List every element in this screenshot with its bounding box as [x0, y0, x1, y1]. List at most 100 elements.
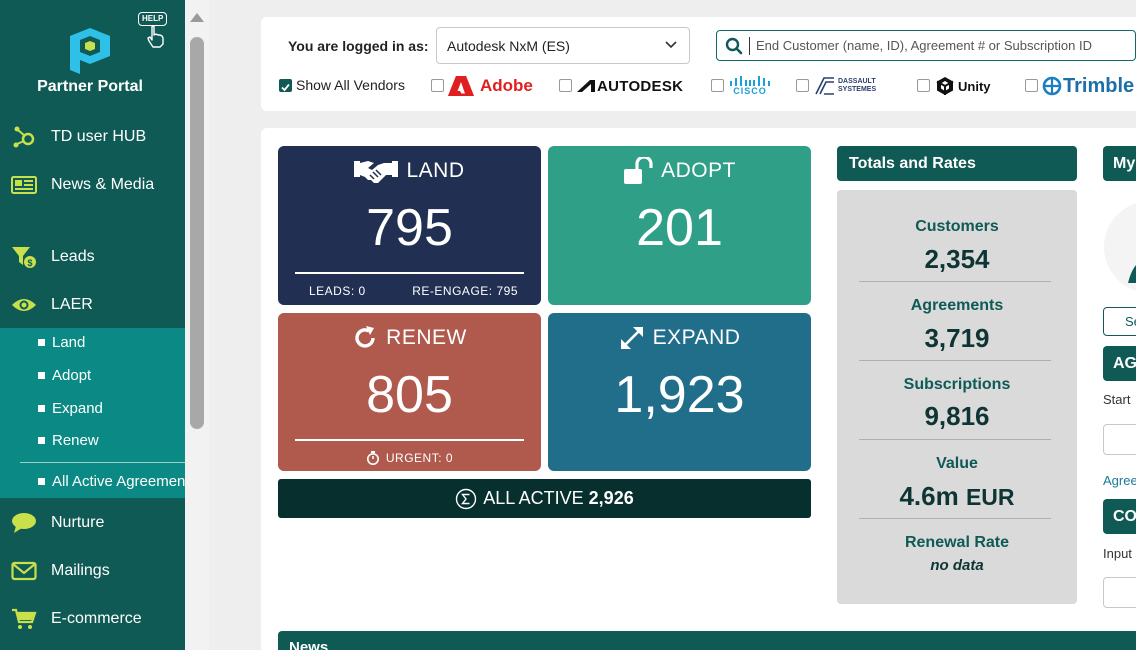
sidebar-scrollbar[interactable] — [185, 0, 209, 650]
submenu-item-renew[interactable]: Renew — [38, 432, 99, 449]
submenu-item-land[interactable]: Land — [38, 334, 85, 351]
dassault-logo-icon — [815, 77, 834, 95]
value-amount: 4.6m EUR — [837, 481, 1077, 512]
hub-icon — [11, 124, 37, 150]
vendor-logo-trimble[interactable]: Trimble — [1042, 75, 1134, 97]
bullet-icon — [38, 339, 45, 346]
text-caret — [749, 36, 750, 55]
search-input[interactable] — [756, 38, 1126, 53]
section-text-start: Start — [1103, 392, 1131, 407]
expand-arrows-icon — [620, 327, 643, 349]
handshake-icon — [354, 161, 399, 183]
expand-tile[interactable]: EXPAND 1,923 — [548, 313, 811, 471]
vendor-checkbox-unity[interactable] — [917, 79, 930, 92]
submenu-item-adopt[interactable]: Adopt — [38, 367, 91, 384]
scroll-up-arrow-icon[interactable] — [190, 13, 204, 22]
totals-box: Customers 2,354 Agreements 3,719 Subscri… — [837, 190, 1077, 604]
vendor-name: DASSAULT SYSTEMES — [838, 78, 877, 93]
show-all-vendors-checkbox[interactable] — [279, 79, 292, 92]
submenu-label: All Active Agreements — [52, 473, 185, 490]
sidebar-item-leads[interactable]: $ Leads — [0, 237, 185, 277]
vendor-logo-dassault[interactable]: DASSAULT SYSTEMES — [814, 75, 890, 97]
land-leads[interactable]: LEADS: 0 — [309, 284, 366, 298]
sidebar-item-label: News & Media — [51, 176, 155, 193]
profile-button[interactable]: Se — [1103, 307, 1136, 336]
unity-logo-icon — [936, 77, 954, 95]
vendor-name: Unity — [958, 78, 991, 94]
show-all-vendors-label: Show All Vendors — [296, 77, 405, 93]
sidebar-item-label: Leads — [51, 248, 95, 265]
search-box[interactable] — [716, 30, 1136, 61]
vendor-checkbox-autodesk[interactable] — [559, 79, 572, 92]
sidebar-item-td-user-hub[interactable]: TD user HUB — [0, 117, 185, 157]
bullet-icon — [38, 372, 45, 379]
land-title: LAND — [406, 159, 465, 182]
sidebar-item-news-media[interactable]: News & Media — [0, 165, 185, 205]
dashboard-panel: LAND 795 LEADS: 0 RE-ENGAGE: 795 ADOPT 2… — [261, 128, 1136, 650]
vendor-name: Trimble — [1063, 74, 1135, 97]
pointer-hand-icon[interactable] — [145, 24, 167, 48]
vendor-logo-autodesk[interactable]: AUTODESK — [577, 75, 683, 97]
vendor-checkbox-adobe[interactable] — [431, 79, 444, 92]
sidebar-item-nurture[interactable]: Nurture — [0, 503, 185, 543]
start-input[interactable] — [1103, 424, 1136, 455]
cart-icon — [11, 606, 37, 632]
refresh-icon — [355, 326, 375, 348]
land-tile[interactable]: LAND 795 LEADS: 0 RE-ENGAGE: 795 — [278, 146, 541, 305]
renew-urgent[interactable]: URGENT: 0 — [278, 451, 541, 465]
totals-divider — [859, 439, 1051, 440]
land-reengage[interactable]: RE-ENGAGE: 795 — [412, 284, 518, 298]
sidebar-item-mailings[interactable]: Mailings — [0, 551, 185, 591]
checkmark-icon — [281, 83, 290, 92]
adopt-title: ADOPT — [661, 159, 736, 182]
sidebar-item-label: Mailings — [51, 562, 110, 579]
totals-divider — [859, 281, 1051, 282]
account-select[interactable]: Autodesk NxM (ES) — [436, 27, 690, 64]
submenu-label: Renew — [52, 432, 99, 449]
logo-area: Partner Portal HELP — [0, 0, 185, 112]
submenu-item-all-active[interactable]: All Active Agreements — [38, 473, 185, 490]
renew-tile[interactable]: RENEW 805 URGENT: 0 — [278, 313, 541, 471]
input-field[interactable] — [1103, 577, 1136, 608]
sidebar-item-ecommerce[interactable]: E-commerce — [0, 599, 185, 639]
all-active-button[interactable]: ALL ACTIVE 2,926 — [278, 479, 811, 518]
avatar[interactable] — [1104, 201, 1136, 293]
customers-label: Customers — [915, 218, 999, 235]
value-label: Value — [936, 455, 978, 472]
section-header-ag: AG — [1103, 346, 1136, 381]
brand-name: Partner Portal — [37, 78, 143, 95]
vendor-checkbox-cisco[interactable] — [711, 79, 724, 92]
cisco-bars-icon — [730, 76, 770, 86]
unlock-icon — [624, 157, 653, 184]
vendor-logo-cisco[interactable]: CISCO — [729, 75, 771, 97]
bullet-icon — [38, 437, 45, 444]
urgent-value: 0 — [445, 451, 454, 465]
header-panel: You are logged in as: Autodesk NxM (ES) … — [261, 17, 1136, 111]
vendor-name: CISCO — [733, 86, 767, 96]
vendor-logo-adobe[interactable]: Adobe — [448, 75, 533, 97]
all-active-value: 2,926 — [588, 488, 634, 508]
vendor-name: Adobe — [480, 76, 533, 95]
newspaper-icon — [11, 172, 37, 198]
agreement-link[interactable]: Agree — [1103, 473, 1136, 488]
sidebar-item-laer[interactable]: LAER — [0, 285, 185, 325]
adopt-tile[interactable]: ADOPT 201 — [548, 146, 811, 305]
submenu-item-expand[interactable]: Expand — [38, 400, 103, 417]
agreements-value: 3,719 — [924, 323, 990, 353]
user-avatar-icon — [1128, 265, 1136, 283]
submenu-label: Land — [52, 334, 86, 351]
totals-divider — [859, 360, 1051, 361]
vendor-logo-unity[interactable]: Unity — [935, 75, 991, 97]
sidebar-item-label: Nurture — [51, 514, 105, 531]
renew-title: RENEW — [386, 326, 467, 349]
vendor-checkbox-dassault[interactable] — [796, 79, 809, 92]
scroll-thumb[interactable] — [190, 37, 204, 429]
search-icon — [725, 37, 743, 54]
vendor-checkbox-trimble[interactable] — [1025, 79, 1038, 92]
partner-portal-logo-icon[interactable] — [66, 26, 114, 76]
logged-in-label: You are logged in as: — [288, 38, 429, 54]
sidebar-item-label: E-commerce — [51, 610, 142, 627]
my-profile-header: My — [1103, 146, 1136, 181]
stopwatch-icon — [366, 451, 379, 465]
totals-divider — [859, 518, 1051, 519]
